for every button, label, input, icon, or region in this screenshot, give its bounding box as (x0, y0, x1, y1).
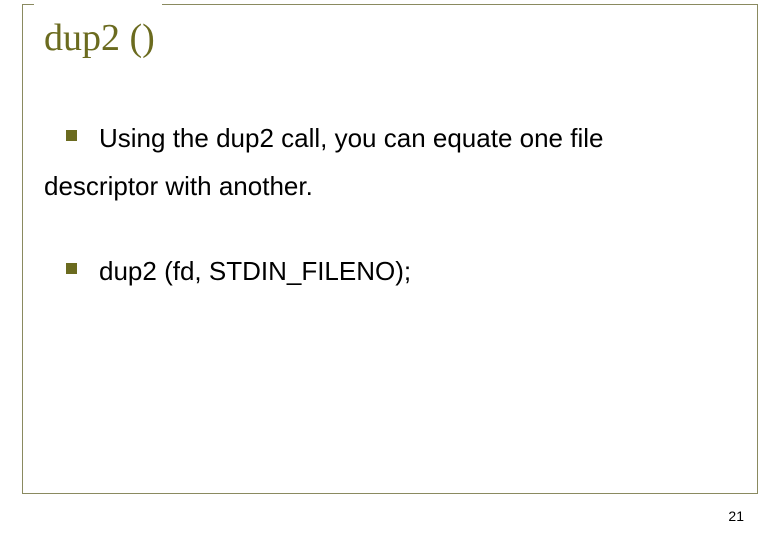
slide-title: dup2 () (44, 16, 161, 60)
bullet-text-line: dup2 (fd, STDIN_FILENO); (99, 253, 411, 289)
frame-top-left-segment (22, 4, 34, 5)
bullet-square-icon (66, 130, 77, 141)
bullet-text-continuation: descriptor with another. (44, 168, 736, 204)
frame-top-right-segment (162, 4, 758, 5)
slide: dup2 () Using the dup2 call, you can equ… (0, 0, 780, 540)
bullet-square-icon (66, 263, 77, 274)
slide-content: Using the dup2 call, you can equate one … (44, 120, 736, 337)
bullet-item: Using the dup2 call, you can equate one … (44, 120, 736, 205)
bullet-item: dup2 (fd, STDIN_FILENO); (44, 253, 736, 289)
page-number: 21 (728, 508, 744, 524)
bullet-text-line: Using the dup2 call, you can equate one … (99, 120, 603, 156)
